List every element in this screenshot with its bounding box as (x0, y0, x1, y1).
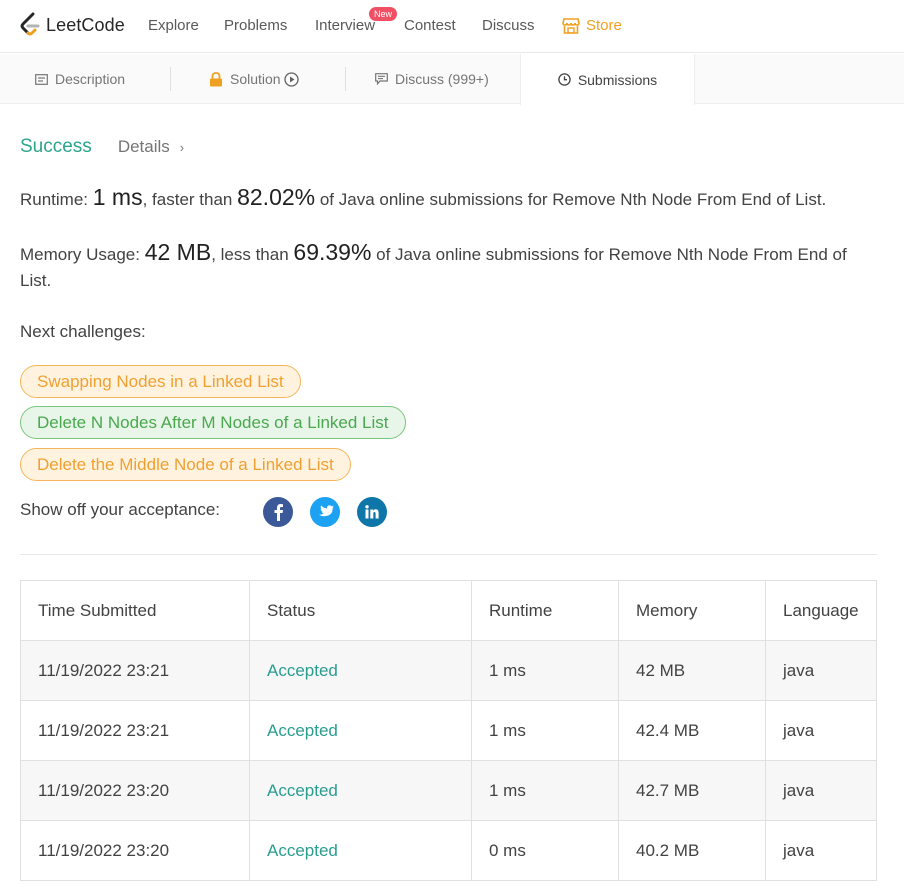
memory-percent: 69.39% (293, 239, 372, 265)
submissions-table: Time Submitted Status Runtime Memory Lan… (20, 580, 877, 881)
leetcode-logo-icon (20, 12, 40, 36)
column-header[interactable]: Status (249, 580, 472, 641)
runtime-cell: 1 ms (471, 700, 619, 761)
result-header: Success Details › (20, 136, 184, 158)
memory-cell: 42 MB (618, 640, 766, 701)
runtime-mid: , faster than (142, 190, 238, 209)
twitter-icon[interactable] (310, 497, 340, 527)
logo-text: LeetCode (46, 14, 125, 35)
facebook-icon[interactable] (263, 497, 293, 527)
time-submitted: 11/19/2022 23:21 (20, 640, 250, 701)
lock-icon (209, 71, 223, 87)
tab-divider (345, 67, 346, 91)
memory-cell: 42.4 MB (618, 700, 766, 761)
nav-explore[interactable]: Explore (148, 17, 199, 34)
table-row: 11/19/2022 23:20 Accepted 0 ms 40.2 MB j… (20, 820, 877, 881)
status-link[interactable]: Accepted (249, 820, 472, 881)
language-cell: java (765, 820, 877, 881)
language-cell: java (765, 640, 877, 701)
table-row: 11/19/2022 23:21 Accepted 1 ms 42.4 MB j… (20, 700, 877, 761)
store-icon (562, 17, 580, 34)
tab-submissions-label: Submissions (577, 71, 658, 88)
memory-label: Memory Usage: (20, 245, 145, 264)
challenge-chip[interactable]: Swapping Nodes in a Linked List (20, 365, 301, 398)
comment-icon (375, 73, 388, 85)
column-header[interactable]: Language (765, 580, 877, 641)
runtime-label: Runtime: (20, 190, 93, 209)
tab-submissions[interactable]: Submissions (520, 54, 695, 105)
column-header[interactable]: Memory (618, 580, 766, 641)
play-circle-icon (283, 71, 299, 87)
nav-store[interactable]: Store (562, 17, 622, 34)
column-header[interactable]: Runtime (471, 580, 619, 641)
runtime-cell: 0 ms (471, 820, 619, 881)
tab-solution[interactable]: Solution (209, 54, 299, 104)
runtime-percent: 82.02% (237, 184, 316, 210)
nav-discuss[interactable]: Discuss (482, 17, 535, 34)
memory-value: 42 MB (144, 239, 212, 265)
top-nav: LeetCode Explore Problems Interview New … (0, 0, 904, 53)
nav-interview[interactable]: Interview (315, 17, 375, 34)
table-header-row: Time Submitted Status Runtime Memory Lan… (20, 580, 877, 641)
tab-divider (170, 67, 171, 91)
memory-mid: , less than (211, 245, 294, 264)
runtime-stat: Runtime: 1 ms, faster than 82.02% of Jav… (20, 184, 880, 213)
nav-problems[interactable]: Problems (224, 17, 287, 34)
new-badge: New (369, 7, 398, 21)
details-link[interactable]: Details › (118, 137, 184, 157)
language-cell: java (765, 760, 877, 821)
status-link[interactable]: Accepted (249, 640, 472, 701)
column-header[interactable]: Time Submitted (20, 580, 250, 641)
share-label: Show off your acceptance: (20, 500, 221, 519)
runtime-cell: 1 ms (471, 760, 619, 821)
challenge-chip[interactable]: Delete the Middle Node of a Linked List (20, 448, 351, 481)
nav-contest[interactable]: Contest (404, 17, 456, 34)
description-icon (35, 73, 48, 85)
memory-stat: Memory Usage: 42 MB, less than 69.39% of… (20, 239, 880, 294)
tab-discuss-label: Discuss (999+) (395, 71, 489, 87)
status-link[interactable]: Accepted (249, 700, 472, 761)
table-row: 11/19/2022 23:20 Accepted 1 ms 42.7 MB j… (20, 760, 877, 821)
linkedin-icon[interactable] (357, 497, 387, 527)
time-submitted: 11/19/2022 23:20 (20, 820, 250, 881)
runtime-value: 1 ms (92, 184, 143, 210)
tab-description[interactable]: Description (35, 54, 125, 104)
tab-discuss[interactable]: Discuss (999+) (375, 54, 489, 104)
next-challenges-label: Next challenges: (20, 322, 146, 341)
runtime-tail: of Java online submissions for Remove Nt… (315, 190, 827, 209)
tab-solution-label: Solution (230, 71, 281, 87)
divider (20, 554, 877, 555)
details-label: Details (117, 137, 170, 156)
time-submitted: 11/19/2022 23:21 (20, 700, 250, 761)
tab-description-label: Description (55, 71, 126, 87)
leetcode-logo[interactable]: LeetCode (19, 11, 125, 39)
challenge-chip[interactable]: Delete N Nodes After M Nodes of a Linked… (20, 406, 406, 439)
result-status: Success (20, 136, 92, 157)
time-submitted: 11/19/2022 23:20 (20, 760, 250, 821)
store-label: Store (586, 17, 622, 34)
runtime-cell: 1 ms (471, 640, 619, 701)
table-row: 11/19/2022 23:21 Accepted 1 ms 42 MB jav… (20, 640, 877, 701)
chevron-right-icon: › (179, 139, 185, 155)
memory-cell: 42.7 MB (618, 760, 766, 821)
tab-bar: Description Solution Discuss (999+) Subm… (0, 54, 904, 105)
language-cell: java (765, 700, 877, 761)
clock-icon (558, 73, 571, 86)
status-link[interactable]: Accepted (249, 760, 472, 821)
memory-cell: 40.2 MB (618, 820, 766, 881)
